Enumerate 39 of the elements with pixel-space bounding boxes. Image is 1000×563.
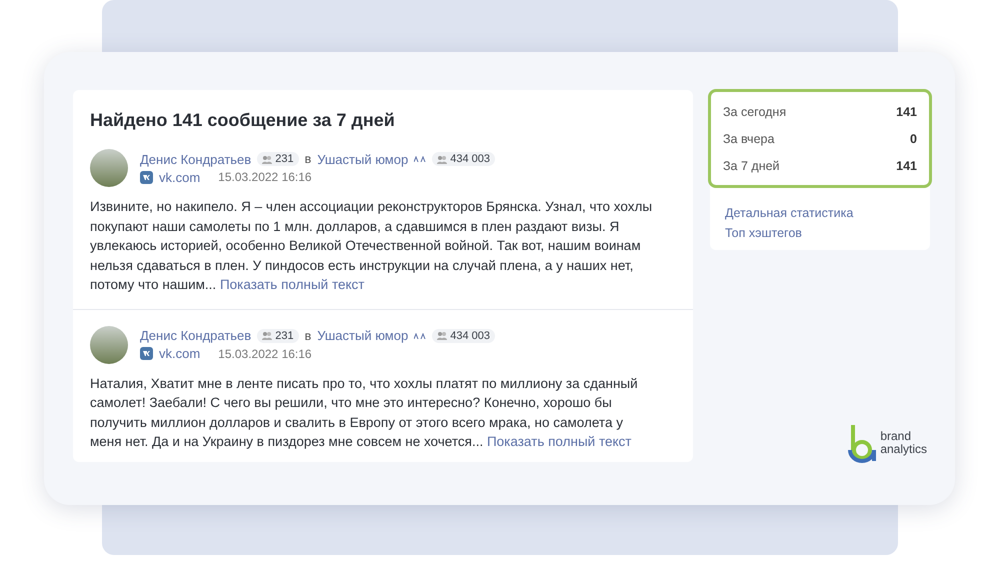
double-caret-icon — [414, 156, 426, 162]
stats-link[interactable]: Топ хэштегов — [725, 226, 915, 240]
follower-count: 231 — [257, 152, 299, 166]
results-title: Найдено 141 сообщение за 7 дней — [90, 110, 396, 131]
post-text: Наталия, Хватит мне в ленте писать про то, что хохлы платят по миллиону за сданный самолет! Заебали! С чего вы решили, что мне это интересно? Конечно, хорошо бы получить миллион долларов и свалить в Европу от этого всего мрака, но самолета у меня нет. Да и на Украину в пиздорез мне совсем не хочется... Показать полный текст — [90, 374, 639, 451]
show-full-text-link[interactable]: Показать полный текст — [220, 277, 364, 292]
logo-icon — [847, 423, 878, 463]
member-count: 434 003 — [432, 328, 495, 342]
show-full-text-link[interactable]: Показать полный текст — [486, 434, 632, 449]
source-link[interactable]: vk.com — [159, 170, 200, 184]
group-link[interactable]: Ушастый юмор — [317, 152, 408, 166]
stat-label: За сегодня — [723, 104, 786, 118]
stat-label: За вчера — [723, 132, 774, 146]
preposition-text: в — [304, 328, 312, 342]
source-link[interactable]: vk.com — [159, 346, 200, 361]
member-count: 434 003 — [432, 152, 495, 166]
people-icon — [437, 331, 448, 340]
stat-label: За 7 дней — [723, 158, 780, 172]
people-icon — [437, 154, 448, 164]
post-text: Извините, но накипело. Я – член ассоциации реконструкторов Брянска. Узнал, что хохлы покупают наши самолеты по 1 млн. долларов, а сдавшимся в плен раздают визы. Я увлекаюсь историей, особенно Великой Отечественной войной. Так вот, нашим воинам нельзя сдаваться в плен. У пиндосов есть инструкции на случай плена, а у наших нет, потому что нашим... Показать полный текст — [90, 198, 654, 294]
stat-value: 141 — [896, 158, 917, 172]
post-date: 15.03.2022 16:16 — [218, 170, 312, 184]
author-link[interactable]: Денис Кондратьев — [140, 328, 252, 343]
stats-link[interactable]: Детальная статистика — [725, 206, 915, 220]
vk-logo-icon — [140, 347, 153, 360]
stat-value: 141 — [896, 104, 917, 118]
double-caret-icon — [414, 332, 426, 338]
stat-value: 0 — [910, 132, 917, 146]
author-link[interactable]: Денис Кондратьев — [140, 152, 252, 166]
follower-count: 231 — [257, 328, 299, 342]
people-icon — [262, 154, 272, 164]
logo-text: brand analytics — [880, 430, 927, 456]
post-date: 15.03.2022 16:16 — [218, 346, 312, 360]
avatar-placeholder — [90, 326, 128, 364]
preposition-text: в — [304, 152, 312, 166]
avatar-placeholder — [90, 149, 128, 187]
people-icon — [262, 331, 272, 340]
vk-logo-icon — [140, 170, 153, 184]
group-link[interactable]: Ушастый юмор — [317, 328, 408, 343]
